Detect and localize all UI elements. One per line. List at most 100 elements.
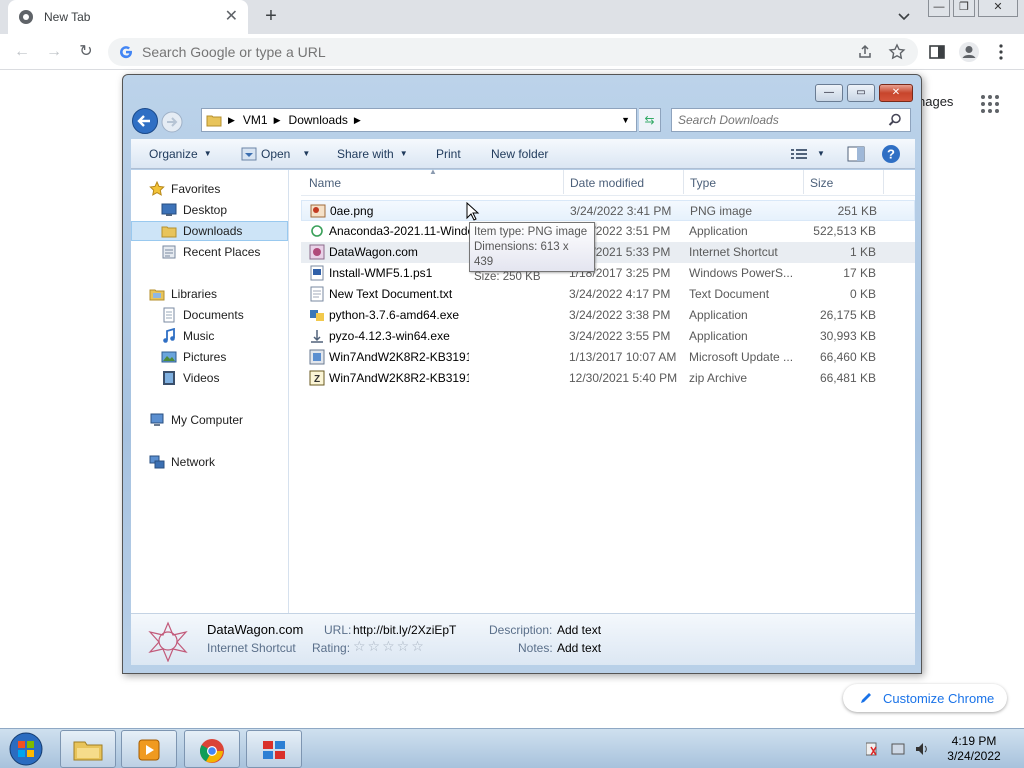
column-separator[interactable] <box>803 170 804 194</box>
search-input[interactable] <box>678 113 888 127</box>
desktop-icon <box>161 203 177 216</box>
nav-favorites[interactable]: Favorites <box>131 179 288 199</box>
print-button[interactable]: Print <box>436 139 461 169</box>
installer-icon <box>311 330 323 343</box>
details-rating-label: Rating: <box>312 641 351 655</box>
file-date: 3/24/2022 3:38 PM <box>569 308 671 322</box>
search-box[interactable] <box>671 108 911 132</box>
omnibox[interactable] <box>108 38 918 66</box>
taskbar-clock[interactable]: 4:19 PM 3/24/2022 <box>936 734 1012 764</box>
forward-arrow-icon[interactable] <box>161 111 183 133</box>
file-row[interactable]: Win7AndW2K8R2-KB3191566-x64.msu 1/13/201… <box>301 347 915 368</box>
file-row[interactable]: 0ae.png 3/24/2022 3:41 PM PNG image 251 … <box>301 200 915 221</box>
nav-downloads[interactable]: Downloads <box>131 221 288 241</box>
column-header: Name ▲ Date modified Type Size <box>301 167 915 196</box>
explorer-close-button[interactable]: ✕ <box>879 84 913 102</box>
system-tray-icons[interactable] <box>866 741 942 757</box>
file-size: 1 KB <box>849 245 876 259</box>
change-view-button[interactable]: ▼ <box>791 139 825 169</box>
tab-search-icon[interactable] <box>896 8 912 24</box>
file-row[interactable]: DataWagon.com 3/24/2021 5:33 PM Internet… <box>301 242 915 263</box>
file-row[interactable]: New Text Document.txt 3/24/2022 4:17 PM … <box>301 284 915 305</box>
ntp-images-link[interactable]: nages <box>918 94 953 109</box>
tab-close-icon[interactable]: ✕ <box>225 9 238 25</box>
address-bar[interactable]: ▶ VM1 ▶ Downloads ▶ ▼ <box>201 108 637 132</box>
close-button[interactable]: ✕ <box>978 0 1018 17</box>
file-row[interactable]: Install-WMF5.1.ps1 1/18/2017 3:25 PM Win… <box>301 263 915 284</box>
open-button[interactable]: Open ▼ <box>241 139 310 169</box>
file-row[interactable]: Anaconda3-2021.11-Windows-x86_64.exe 3/2… <box>301 221 915 242</box>
file-row[interactable]: Z Win7AndW2K8R2-KB3191566-x64.zip 12/30/… <box>301 368 915 389</box>
customize-chrome-button[interactable]: Customize Chrome <box>843 684 1007 712</box>
forward-icon[interactable]: → <box>44 42 64 62</box>
taskbar-media-player-button[interactable] <box>121 730 177 768</box>
details-notes-value[interactable]: Add text <box>557 641 601 655</box>
nav-documents[interactable]: Documents <box>131 305 288 325</box>
column-separator[interactable] <box>683 170 684 194</box>
clock-time: 4:19 PM <box>951 734 997 748</box>
column-date-modified[interactable]: Date modified <box>570 176 644 190</box>
help-icon[interactable]: ? <box>881 144 901 164</box>
details-url-value[interactable]: http://bit.ly/2XziEpT <box>353 623 456 637</box>
file-size: 251 KB <box>837 204 877 218</box>
search-icon[interactable] <box>888 113 902 127</box>
back-arrow-icon[interactable] <box>131 107 159 135</box>
column-name[interactable]: Name <box>309 176 341 190</box>
share-with-label: Share with <box>337 147 394 161</box>
organize-button[interactable]: Organize ▼ <box>149 139 212 169</box>
details-description-value[interactable]: Add text <box>557 623 601 637</box>
profile-avatar-icon[interactable] <box>958 41 980 63</box>
pictures-icon <box>161 351 177 363</box>
breadcrumb-vm1[interactable]: VM1 <box>243 113 268 127</box>
preview-pane-icon[interactable] <box>847 146 865 162</box>
breadcrumb-downloads[interactable]: Downloads <box>289 113 348 127</box>
column-separator[interactable] <box>563 170 564 194</box>
rating-stars[interactable]: ☆☆☆☆☆ <box>353 638 426 655</box>
nav-videos[interactable]: Videos <box>131 368 288 388</box>
omnibox-input[interactable] <box>142 44 822 60</box>
back-icon[interactable]: ← <box>12 42 32 62</box>
zip-file-icon: Z <box>309 370 325 386</box>
taskbar-chrome-button[interactable] <box>184 730 240 768</box>
nav-label: Libraries <box>171 287 218 301</box>
file-name: Win7AndW2K8R2-KB3191566-x64.msu <box>329 350 469 364</box>
nav-recent-places[interactable]: Recent Places <box>131 242 288 262</box>
new-tab-button[interactable]: + <box>260 4 282 28</box>
reload-icon[interactable]: ↻ <box>76 42 96 62</box>
nav-my-computer[interactable]: My Computer <box>131 410 288 430</box>
bookmark-star-icon[interactable] <box>888 43 906 61</box>
maximize-button[interactable]: ❐ <box>953 0 975 17</box>
explorer-maximize-button[interactable]: ▭ <box>847 84 875 102</box>
music-note-icon <box>163 328 175 343</box>
file-row[interactable]: pyzo-4.12.3-win64.exe 3/24/2022 3:55 PM … <box>301 326 915 347</box>
nav-libraries[interactable]: Libraries <box>131 284 288 304</box>
refresh-button[interactable]: ⇆ <box>639 108 661 132</box>
nav-network[interactable]: Network <box>131 452 288 472</box>
nav-label: Videos <box>183 371 220 385</box>
tab-new-tab[interactable]: New Tab ✕ <box>8 0 248 34</box>
view-list-icon <box>791 149 807 159</box>
nav-desktop[interactable]: Desktop <box>131 200 288 220</box>
documents-icon <box>163 307 175 323</box>
nav-pictures[interactable]: Pictures <box>131 347 288 367</box>
new-folder-button[interactable]: New folder <box>491 139 548 169</box>
chrome-menu-icon[interactable] <box>996 43 1006 61</box>
file-row[interactable]: python-3.7.6-amd64.exe 3/24/2022 3:38 PM… <box>301 305 915 326</box>
taskbar-app-button[interactable] <box>246 730 302 768</box>
column-type[interactable]: Type <box>690 176 716 190</box>
address-dropdown-icon[interactable]: ▼ <box>621 115 630 125</box>
minimize-button[interactable]: — <box>928 0 950 17</box>
nav-label: Favorites <box>171 182 221 196</box>
google-apps-icon[interactable] <box>980 94 1000 114</box>
start-button-icon[interactable] <box>6 731 46 767</box>
column-separator[interactable] <box>883 170 884 194</box>
share-with-button[interactable]: Share with ▼ <box>337 139 408 169</box>
explorer-minimize-button[interactable]: — <box>815 84 843 102</box>
side-panel-icon[interactable] <box>928 43 946 61</box>
script-file-icon <box>310 265 324 281</box>
share-icon[interactable] <box>856 43 874 61</box>
column-size[interactable]: Size <box>810 176 833 190</box>
nav-music[interactable]: Music <box>131 326 288 346</box>
taskbar-explorer-button[interactable] <box>60 730 116 768</box>
file-size: 66,460 KB <box>819 350 876 364</box>
